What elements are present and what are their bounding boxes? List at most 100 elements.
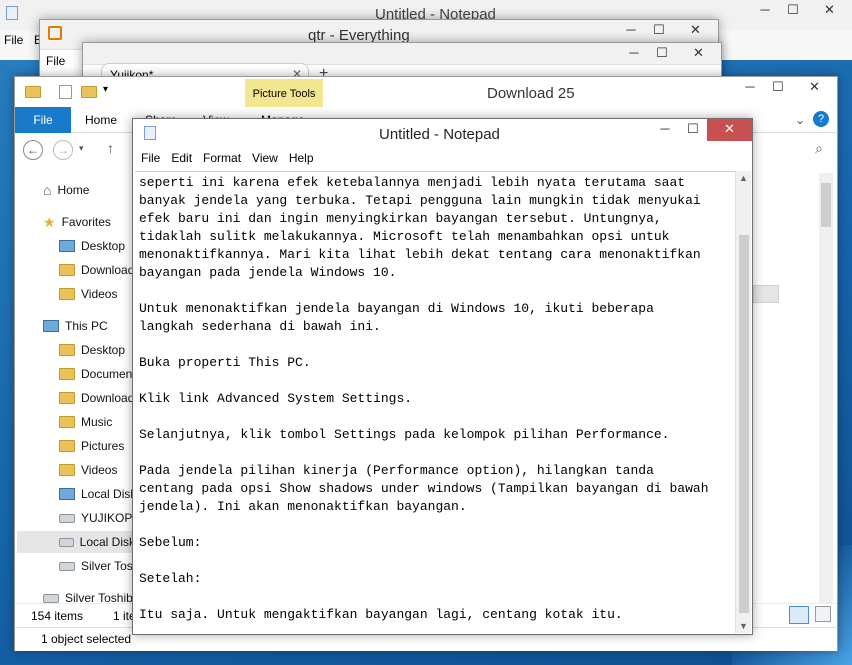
minimize-button[interactable]: ─ (617, 20, 645, 42)
close-button[interactable]: ✕ (676, 43, 721, 65)
nav-home[interactable]: ⌂ Home (43, 179, 89, 201)
search-icon[interactable]: ⌕ (815, 140, 823, 157)
text-line: Untuk menonaktifkan jendela bayangan di … (139, 301, 654, 316)
nav-fav-downloads[interactable]: Downloads (59, 259, 140, 281)
document-text: seperti ini karena efek ketebalannya men… (139, 174, 731, 624)
text-line (139, 372, 731, 390)
everything-icon (48, 26, 62, 40)
folder-icon (25, 86, 41, 98)
folder-icon (59, 392, 75, 404)
properties-icon[interactable] (59, 85, 72, 99)
window-title: Download 25 (487, 85, 575, 102)
star-icon: ★ (43, 214, 56, 230)
text-line: bayangan pada jendela Windows 10. (139, 265, 397, 280)
back-icon[interactable]: ← (23, 140, 43, 160)
nav-pc-documents[interactable]: Documents (59, 363, 142, 385)
notepad-window[interactable]: Untitled - Notepad ─ ☐ ✕ File Edit Forma… (132, 118, 753, 635)
nav-pc-downloads[interactable]: Downloads (59, 387, 140, 409)
windows-drive-icon (59, 488, 75, 500)
new-folder-icon[interactable] (81, 86, 97, 98)
customize-toolbar-icon[interactable]: ▾ (103, 84, 108, 95)
notepad-icon (144, 126, 156, 140)
maximize-button[interactable]: ☐ (679, 119, 707, 141)
close-button[interactable]: ✕ (792, 77, 837, 99)
text-line: Pada jendela pilihan kinerja (Performanc… (139, 463, 654, 478)
nav-fav-desktop[interactable]: Desktop (59, 235, 125, 257)
text-line (139, 588, 731, 606)
scroll-down-icon[interactable]: ▼ (739, 621, 748, 631)
minimize-button[interactable]: ─ (736, 77, 764, 99)
maximize-button[interactable]: ☐ (764, 77, 792, 99)
close-button[interactable]: ✕ (707, 119, 752, 141)
text-line (139, 516, 731, 534)
status-item-count: 154 items (31, 609, 84, 623)
text-area[interactable]: seperti ini karena efek ketebalannya men… (135, 171, 735, 631)
text-line: seperti ini karena efek ketebalannya men… (139, 175, 686, 190)
text-line: jendela). Ini akan menonaktifkan bayanga… (139, 499, 467, 514)
nav-this-pc[interactable]: This PC (43, 315, 108, 337)
window-title: Untitled - Notepad (379, 126, 500, 143)
maximize-button[interactable]: ☐ (779, 0, 807, 22)
large-icons-view-icon[interactable] (815, 606, 831, 622)
nav-pc-desktop[interactable]: Desktop (59, 339, 125, 361)
nav-pc-videos[interactable]: Videos (59, 459, 117, 481)
nav-local-disk-c[interactable]: Local Disk (59, 483, 136, 505)
menu-bar: File Edit Format View Help (133, 147, 752, 169)
music-folder-icon (59, 416, 75, 428)
menu-help[interactable]: Help (283, 147, 319, 169)
nav-local-disk-d[interactable]: Local Disk (17, 531, 135, 553)
up-icon[interactable]: ↑ (107, 140, 114, 156)
content-scrollbar[interactable] (819, 173, 833, 623)
close-button[interactable]: ✕ (673, 20, 718, 42)
text-line: Selanjutnya, klik tombol Settings pada k… (139, 427, 670, 442)
minimize-button[interactable]: ─ (620, 43, 648, 65)
drive-icon (59, 537, 74, 547)
text-line (139, 444, 731, 462)
text-line (139, 282, 731, 300)
details-view-icon[interactable] (789, 606, 809, 624)
scroll-thumb[interactable] (739, 235, 749, 613)
menu-edit[interactable]: Edit (165, 147, 197, 169)
close-button[interactable]: ✕ (807, 0, 852, 22)
scroll-up-icon[interactable]: ▲ (739, 173, 748, 183)
notepad-icon (6, 6, 18, 20)
downloads-icon (59, 264, 75, 276)
recent-locations-icon[interactable]: ▾ (79, 143, 84, 154)
text-line: Sebelum: (139, 535, 202, 550)
menu-view[interactable]: View (246, 147, 283, 169)
nav-favorites[interactable]: ★ Favorites (43, 211, 111, 233)
help-icon[interactable]: ? (813, 111, 829, 127)
text-line: Itu saja. Untuk mengaktifkan bayangan la… (139, 607, 623, 622)
menu-file[interactable]: File (4, 33, 23, 47)
nav-yujikopc[interactable]: YUJIKOPC (59, 507, 141, 529)
maximize-button[interactable]: ☐ (648, 43, 676, 65)
pictures-folder-icon (59, 440, 75, 452)
text-line: Buka properti This PC. (139, 355, 311, 370)
text-line (139, 408, 731, 426)
text-line: centang pada opsi Show shadows under win… (139, 481, 709, 496)
drive-icon (59, 513, 75, 523)
maximize-button[interactable]: ☐ (645, 20, 673, 42)
menu-file[interactable]: File (46, 54, 65, 68)
text-line: Klik link Advanced System Settings. (139, 391, 413, 406)
navigation-pane: ⌂ Home ★ Favorites Desktop Downloads Video… (15, 167, 155, 627)
nav-pc-pictures[interactable]: Pictures (59, 435, 124, 457)
home-icon: ⌂ (43, 182, 52, 198)
forward-icon[interactable]: → (53, 140, 73, 160)
text-line: langkah sederhana di bawah ini. (139, 319, 381, 334)
minimize-button[interactable]: ─ (651, 119, 679, 141)
ribbon-expand-icon[interactable]: ⌄ (795, 113, 805, 127)
menu-format[interactable]: Format (197, 147, 246, 169)
drive-icon (59, 561, 75, 571)
folder-icon (59, 368, 75, 380)
text-line: menonaktifkannya. Mari kita lihat lebih … (139, 247, 701, 262)
nav-fav-videos[interactable]: Videos (59, 283, 117, 305)
tab-file[interactable]: File (15, 107, 71, 133)
tab-home[interactable]: Home (85, 113, 117, 127)
vertical-scrollbar[interactable]: ▲ ▼ (735, 171, 751, 633)
minimize-button[interactable]: ─ (751, 0, 779, 22)
nav-pc-music[interactable]: Music (59, 411, 112, 433)
desktop-icon (59, 240, 75, 252)
selected-file-row[interactable] (753, 285, 779, 303)
menu-file[interactable]: File (141, 147, 165, 169)
